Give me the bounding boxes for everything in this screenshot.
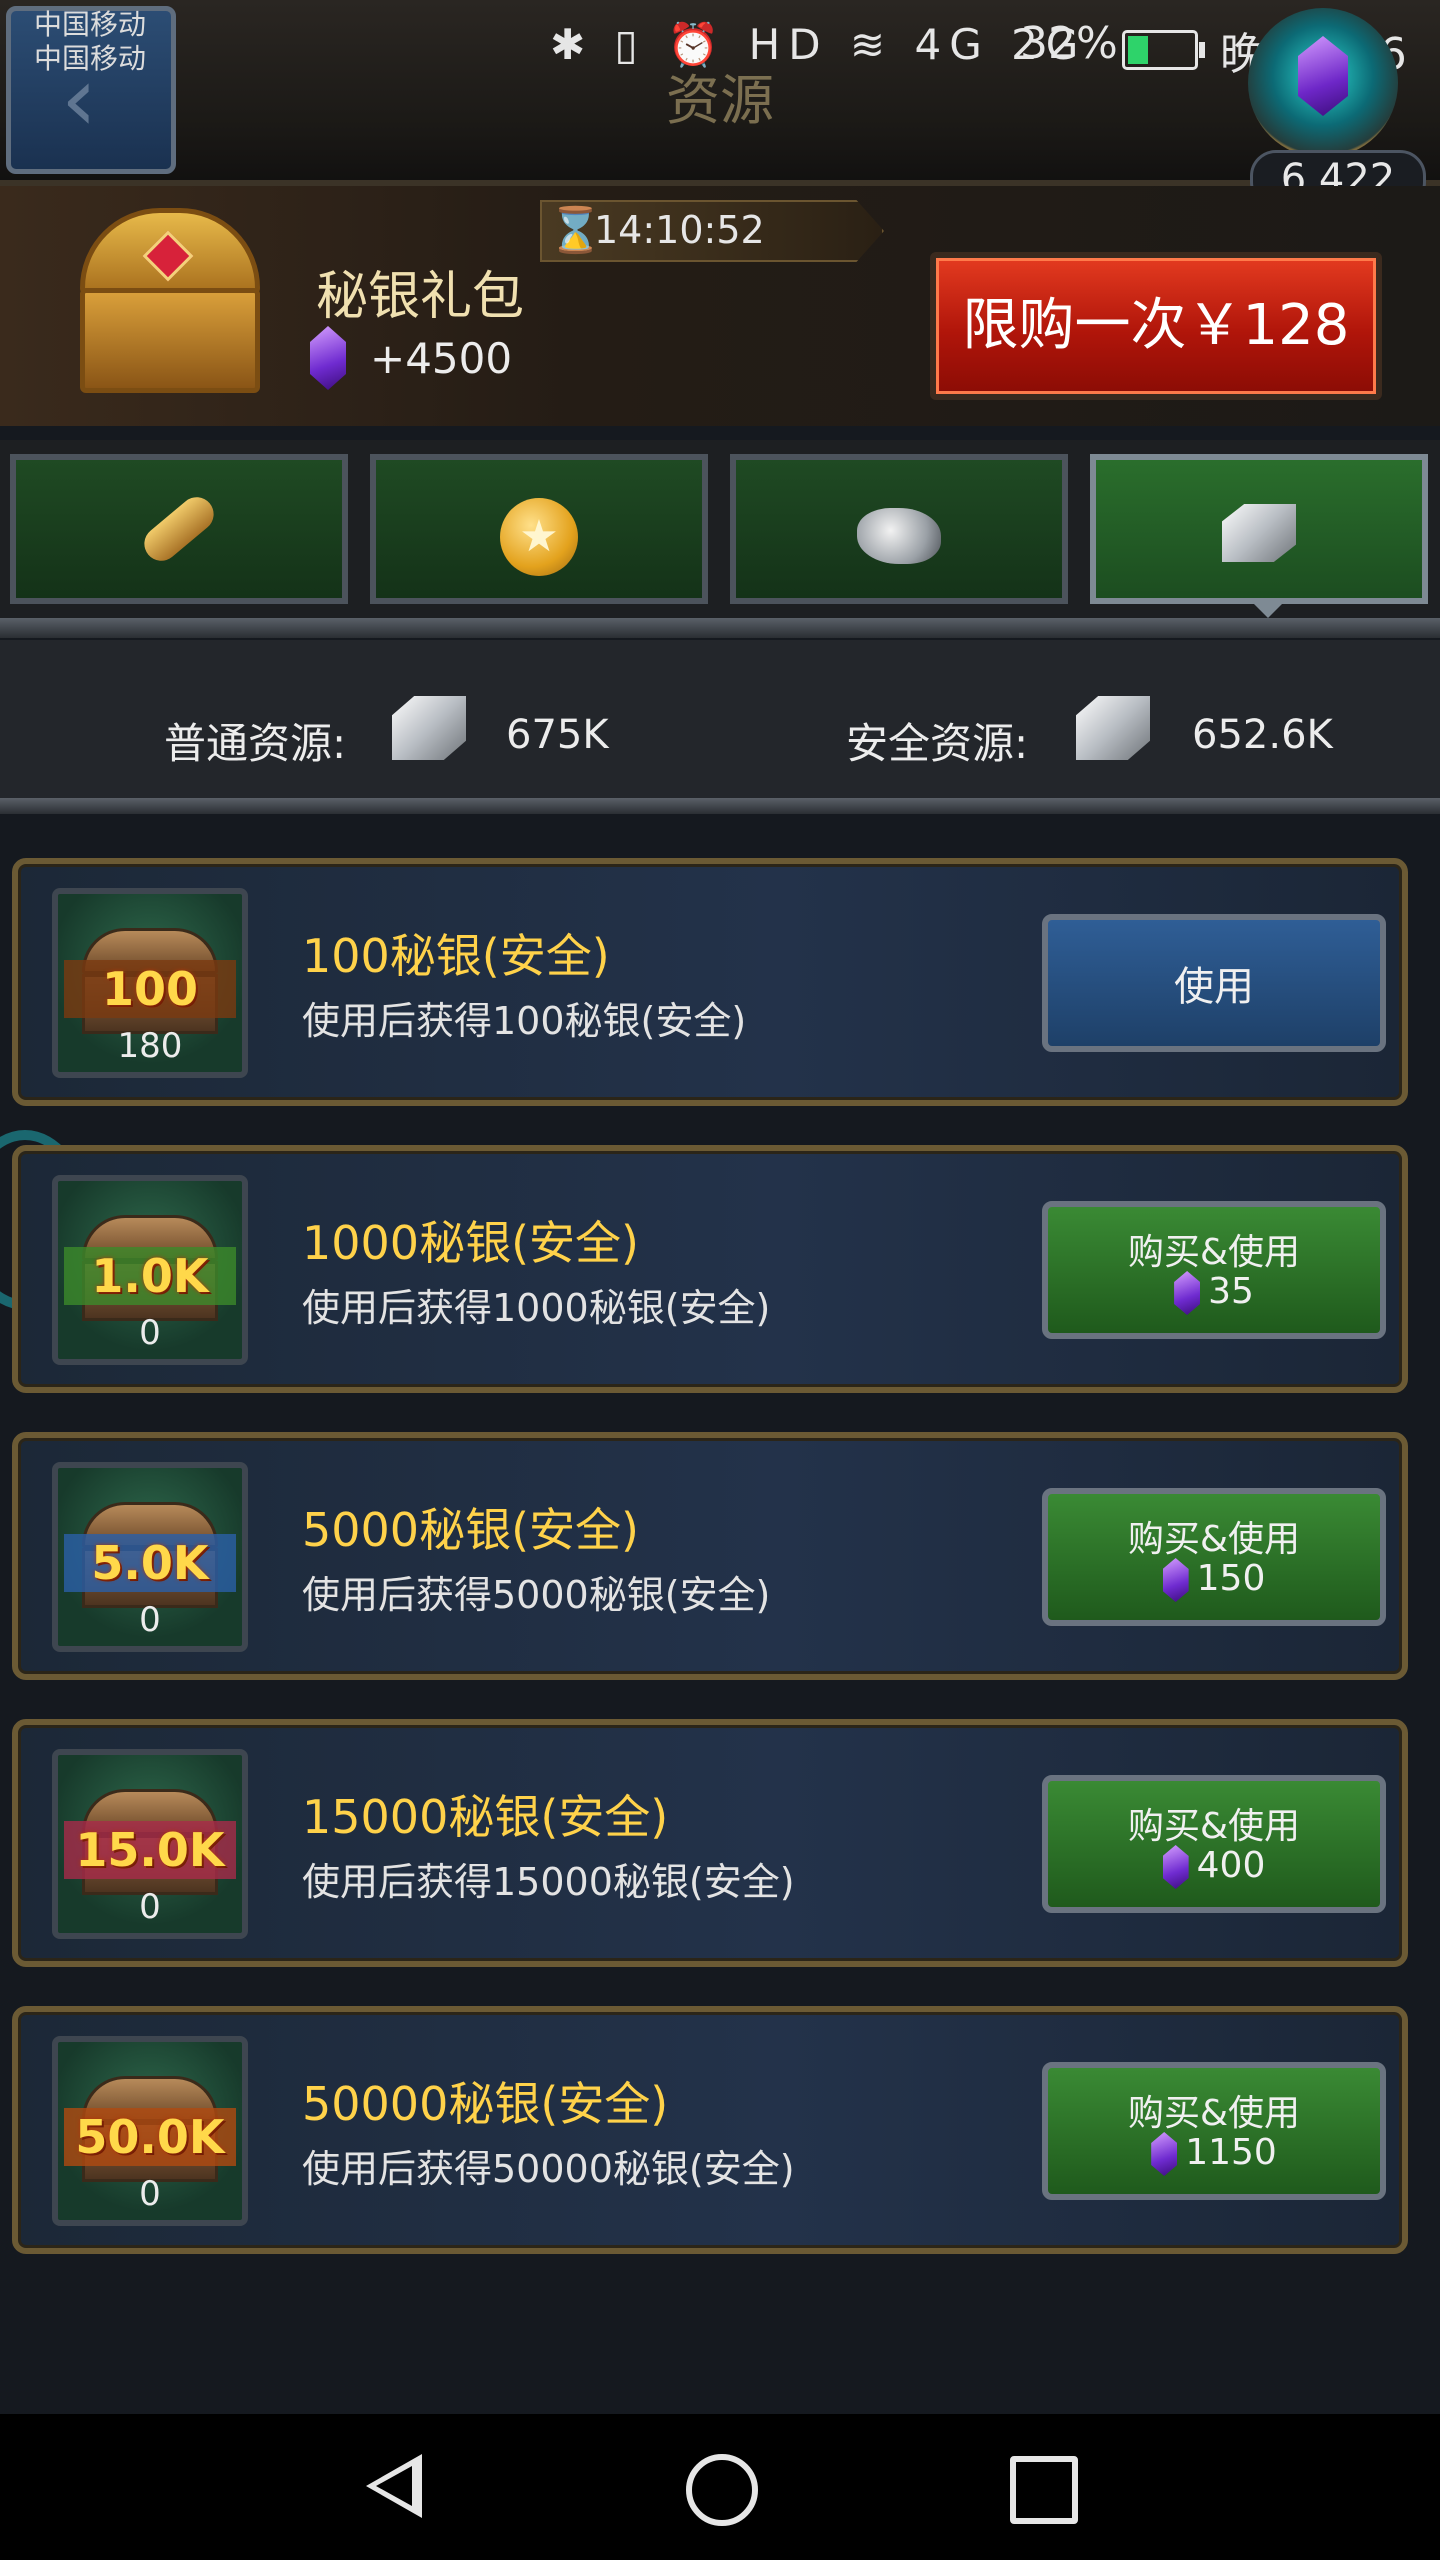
- top-bar: ‹ 中国移动 中国移动 资源 ✱ ▯ ⏰ HD ≋ 4G 2G 32% 晚上9:…: [0, 0, 1440, 208]
- use-button[interactable]: 使用: [1042, 914, 1386, 1052]
- purple-gem-icon: [1151, 2132, 1178, 2176]
- tab-wood[interactable]: [10, 454, 348, 604]
- purple-gem-icon: [1162, 1558, 1189, 1602]
- item-amount-badge: 1.0K: [64, 1247, 236, 1305]
- tab-gold[interactable]: ★: [370, 454, 708, 604]
- price-row: 1150: [1048, 2132, 1380, 2176]
- tab-iron[interactable]: [730, 454, 1068, 604]
- buy-button-label: 购买&使用: [1127, 1232, 1301, 1273]
- list-item: 100 180 100秘银(安全) 使用后获得100秘银(安全) 使用: [12, 858, 1408, 1106]
- item-title: 1000秘银(安全): [302, 1216, 639, 1270]
- item-thumbnail: 50.0K 0: [52, 2036, 248, 2226]
- item-price: 1150: [1185, 2132, 1277, 2173]
- nav-recents-icon[interactable]: [1010, 2456, 1078, 2524]
- item-owned-count: 0: [139, 1600, 161, 1640]
- item-description: 使用后获得15000秘银(安全): [302, 1860, 795, 1904]
- item-thumbnail: 15.0K 0: [52, 1749, 248, 1939]
- item-price: 400: [1196, 1845, 1266, 1886]
- price-row: 400: [1048, 1845, 1380, 1889]
- offer-gem-amount: +4500: [370, 334, 513, 383]
- normal-resource-value: 675K: [506, 712, 609, 758]
- normal-resource-label: 普通资源:: [164, 719, 347, 768]
- buy-and-use-button[interactable]: 购买&使用 1150: [1042, 2062, 1386, 2200]
- divider: [0, 798, 1440, 814]
- android-nav-bar: [0, 2414, 1440, 2560]
- item-description: 使用后获得50000秘银(安全): [302, 2147, 795, 2191]
- item-owned-count: 0: [139, 1313, 161, 1353]
- item-thumbnail: 100 180: [52, 888, 248, 1078]
- buy-button-label: 购买&使用: [1127, 2093, 1301, 2134]
- wood-log-icon: [137, 490, 221, 568]
- active-tab-pointer: [1250, 600, 1286, 618]
- battery-icon: [1122, 30, 1205, 70]
- mithril-ingot-icon: [1222, 504, 1296, 562]
- list-item: 50.0K 0 50000秘银(安全) 使用后获得50000秘银(安全) 购买&…: [12, 2006, 1408, 2254]
- offer-name: 秘银礼包: [316, 267, 525, 327]
- item-thumbnail: 5.0K 0: [52, 1462, 248, 1652]
- buy-button-label: 购买&使用: [1127, 1806, 1301, 1847]
- item-amount-badge: 5.0K: [64, 1534, 236, 1592]
- list-item: 15.0K 0 15000秘银(安全) 使用后获得15000秘银(安全) 购买&…: [12, 1719, 1408, 1967]
- safe-resource-label: 安全资源:: [846, 719, 1029, 768]
- item-description: 使用后获得5000秘银(安全): [302, 1573, 771, 1617]
- status-icons: ✱ ▯ ⏰ HD ≋ 4G 2G: [550, 20, 1087, 69]
- item-amount-badge: 100: [64, 960, 236, 1018]
- battery-percent: 32%: [1020, 18, 1118, 69]
- item-amount-badge: 50.0K: [64, 2108, 236, 2166]
- purple-gem-icon: [1174, 1271, 1201, 1315]
- buy-and-use-button[interactable]: 购买&使用 150: [1042, 1488, 1386, 1626]
- item-title: 50000秘银(安全): [302, 2077, 669, 2131]
- item-description: 使用后获得100秘银(安全): [302, 999, 747, 1043]
- buy-button-label: 购买&使用: [1127, 1519, 1301, 1560]
- resource-tabs: ★: [0, 440, 1440, 620]
- battery-fill: [1128, 36, 1148, 64]
- gold-coin-icon: ★: [500, 498, 578, 576]
- item-thumbnail: 1.0K 0: [52, 1175, 248, 1365]
- safe-resource-value: 652.6K: [1192, 712, 1333, 758]
- price-row: 35: [1048, 1271, 1380, 1315]
- tab-mithril[interactable]: [1090, 454, 1428, 604]
- mithril-ingot-icon: [1076, 696, 1150, 760]
- item-owned-count: 0: [139, 1887, 161, 1927]
- item-owned-count: 0: [139, 2174, 161, 2214]
- item-title: 5000秘银(安全): [302, 1503, 639, 1557]
- list-item: 5.0K 0 5000秘银(安全) 使用后获得5000秘银(安全) 购买&使用 …: [12, 1432, 1408, 1680]
- purple-gem-icon: [1162, 1845, 1189, 1889]
- buy-and-use-button[interactable]: 购买&使用 35: [1042, 1201, 1386, 1339]
- offer-timer: 14:10:52: [594, 208, 765, 252]
- chest-box: [80, 288, 260, 393]
- nav-home-icon[interactable]: [686, 2454, 758, 2526]
- list-item: 1.0K 0 1000秘银(安全) 使用后获得1000秘银(安全) 购买&使用 …: [12, 1145, 1408, 1393]
- gem-orb-button[interactable]: [1248, 8, 1398, 158]
- carrier-name-1: 中国移动: [34, 8, 147, 41]
- nav-back-inner: [376, 2466, 412, 2506]
- mithril-ingot-icon: [392, 696, 466, 760]
- purple-gem-icon: [1298, 36, 1348, 116]
- item-description: 使用后获得1000秘银(安全): [302, 1286, 771, 1330]
- item-title: 100秘银(安全): [302, 929, 610, 983]
- resource-summary: 普通资源: 675K 安全资源: 652.6K: [0, 640, 1440, 800]
- price-row: 150: [1048, 1558, 1380, 1602]
- iron-ore-icon: [857, 508, 941, 564]
- item-price: 35: [1208, 1271, 1254, 1312]
- divider: [0, 618, 1440, 638]
- item-price: 150: [1196, 1558, 1266, 1599]
- treasure-chest-icon: [70, 208, 260, 393]
- buy-and-use-button[interactable]: 购买&使用 400: [1042, 1775, 1386, 1913]
- item-amount-badge: 15.0K: [64, 1821, 236, 1879]
- item-title: 15000秘银(安全): [302, 1790, 669, 1844]
- limited-purchase-button[interactable]: 限购一次￥128: [930, 252, 1382, 400]
- item-owned-count: 180: [117, 1026, 183, 1066]
- use-button-label: 使用: [1174, 964, 1254, 1010]
